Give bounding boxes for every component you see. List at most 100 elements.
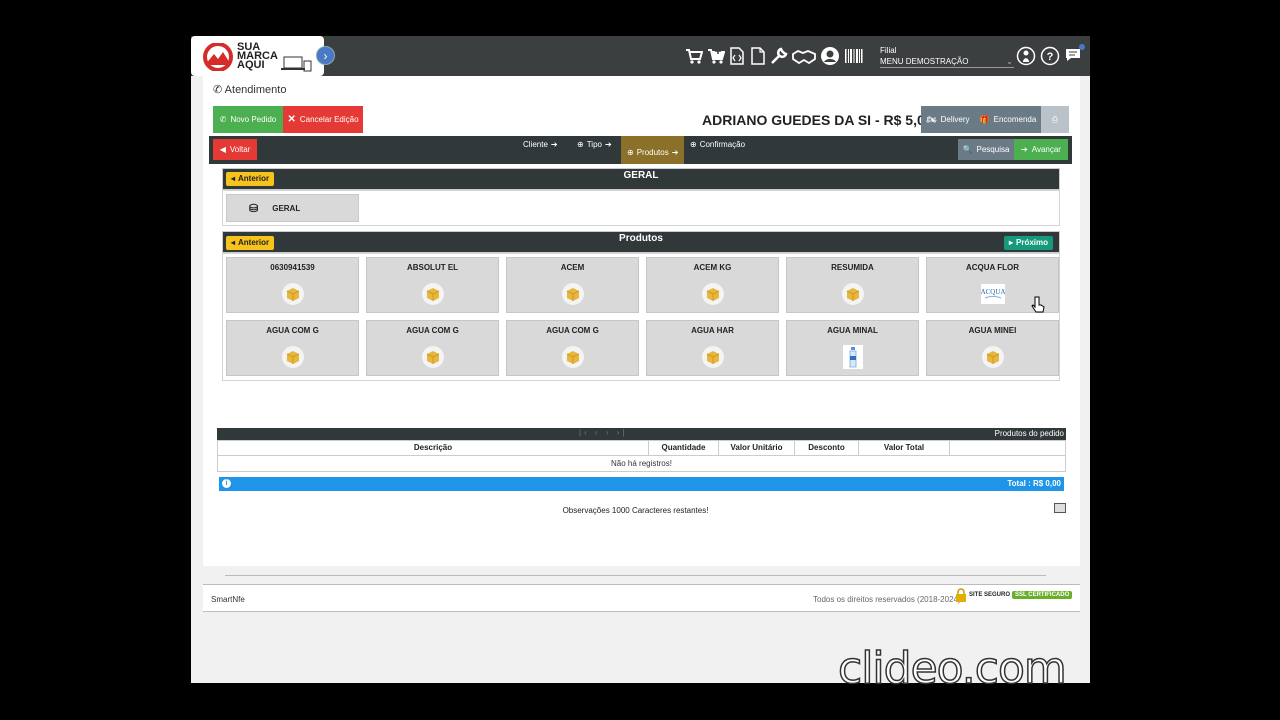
sidebar-toggle-button[interactable]: › bbox=[316, 46, 335, 65]
product-tile[interactable]: ACEM bbox=[506, 257, 639, 313]
arrow-right-circle-icon: ▸ bbox=[1009, 238, 1014, 247]
product-name: AGUA HAR bbox=[691, 326, 734, 335]
brand-logo[interactable]: SUA MARCA AQUI bbox=[191, 36, 324, 76]
box-icon bbox=[842, 283, 864, 305]
search-button[interactable]: 🔍 Pesquisa bbox=[958, 139, 1014, 160]
app-window: SUA MARCA AQUI › Filial MENU DEMOSTRAÇÃO… bbox=[191, 36, 1090, 683]
advance-label: Avançar bbox=[1031, 145, 1061, 154]
column-descricao[interactable]: Descrição bbox=[218, 441, 649, 456]
products-next-button[interactable]: ▸ Próximo bbox=[1004, 236, 1054, 250]
new-order-button[interactable]: ✆ Novo Pedido bbox=[213, 106, 283, 133]
ssl-badge: SSL CERTIFICADO bbox=[1012, 591, 1073, 599]
user-info-icon[interactable] bbox=[1016, 46, 1036, 66]
print-button[interactable]: ⎙ bbox=[1041, 106, 1069, 133]
product-name: AGUA COM G bbox=[406, 326, 459, 335]
printer-icon: ⎙ bbox=[1051, 114, 1059, 124]
step-label: Cliente bbox=[523, 140, 548, 149]
delivery-button[interactable]: 🏍 Delivery bbox=[921, 106, 975, 133]
messages-icon[interactable] bbox=[1064, 43, 1086, 65]
file-icon[interactable] bbox=[749, 47, 767, 65]
wrench-icon[interactable] bbox=[770, 47, 788, 65]
footer: SmartNfe Todos os direitos reservados (2… bbox=[203, 584, 1080, 612]
product-name: ACEM KG bbox=[693, 263, 732, 272]
product-tile[interactable]: AGUA COM G bbox=[226, 320, 359, 376]
plus-circle-icon: ⊕ bbox=[627, 147, 634, 157]
filial-label: Filial bbox=[880, 46, 897, 55]
devices-icon bbox=[281, 56, 312, 72]
arrow-circle-right-icon: ➔ bbox=[671, 147, 679, 157]
encomenda-button[interactable]: 🎁 Encomenda bbox=[975, 106, 1041, 133]
product-tile[interactable]: AGUA MINAL bbox=[786, 320, 919, 376]
code-file-icon[interactable] bbox=[728, 47, 746, 65]
column-actions bbox=[950, 441, 1065, 456]
product-name: 0630941539 bbox=[270, 263, 315, 272]
box-icon bbox=[982, 346, 1004, 368]
top-navbar: SUA MARCA AQUI › Filial MENU DEMOSTRAÇÃO… bbox=[191, 36, 1090, 76]
table-empty-row: Não há registros! bbox=[217, 456, 1066, 472]
phone-icon: ✆ bbox=[219, 115, 227, 124]
product-tile[interactable]: RESUMIDA bbox=[786, 257, 919, 313]
total-bar: i Total : R$ 0,00 bbox=[219, 477, 1064, 491]
product-tile[interactable]: AGUA COM G bbox=[366, 320, 499, 376]
cancel-edit-button[interactable]: ✕ Cancelar Edição bbox=[283, 106, 363, 133]
order-table-columns: Descrição Quantidade Valor Unitário Desc… bbox=[217, 440, 1066, 456]
search-label: Pesquisa bbox=[976, 145, 1010, 154]
breadcrumb-label: Atendimento bbox=[224, 84, 287, 96]
column-desconto[interactable]: Desconto bbox=[795, 441, 859, 456]
back-label: Voltar bbox=[229, 145, 251, 154]
categories-prev-button[interactable]: ◂ Anterior bbox=[226, 172, 275, 186]
next-label: Próximo bbox=[1016, 238, 1049, 247]
product-tile[interactable]: AGUA MINEI bbox=[926, 320, 1059, 376]
barcode-icon[interactable] bbox=[844, 47, 864, 65]
order-total: Total : R$ 0,00 bbox=[1007, 479, 1061, 488]
main-content: ✆ Atendimento ✆ Novo Pedido ✕ Cancelar Edi… bbox=[203, 76, 1080, 576]
watermark: clideo.com bbox=[837, 642, 1067, 695]
observations-textarea[interactable] bbox=[225, 518, 1046, 576]
acqua-flor-logo: ACQUA bbox=[981, 284, 1005, 304]
product-tile[interactable]: ACEM KG bbox=[646, 257, 779, 313]
cart-icon[interactable] bbox=[685, 47, 703, 65]
mountain-logo-icon bbox=[203, 43, 233, 71]
add-cart-icon[interactable] bbox=[707, 47, 725, 65]
arrow-left-circle-icon: ◂ bbox=[231, 238, 236, 247]
user-circle-icon[interactable] bbox=[820, 46, 840, 66]
product-tile[interactable]: 0630941539 bbox=[226, 257, 359, 313]
plus-circle-icon: ⊕ bbox=[577, 140, 584, 149]
categories-title: GERAL bbox=[623, 170, 659, 181]
encomenda-label: Encomenda bbox=[993, 115, 1037, 124]
category-tile-geral[interactable]: ⛁ GERAL bbox=[226, 194, 359, 222]
step-produtos[interactable]: ⊕ Produtos ➔ bbox=[621, 136, 685, 164]
phone-icon: ✆ bbox=[213, 84, 223, 96]
column-quantidade[interactable]: Quantidade bbox=[649, 441, 719, 456]
keyboard-icon[interactable] bbox=[1054, 503, 1066, 513]
step-confirmacao[interactable]: ⊕ Confirmação bbox=[690, 140, 745, 149]
help-icon[interactable]: ? bbox=[1040, 46, 1060, 66]
step-cliente[interactable]: Cliente ➔ bbox=[523, 140, 558, 149]
product-name: AGUA COM G bbox=[546, 326, 599, 335]
observations-label: Observações 1000 Caracteres restantes! bbox=[562, 506, 709, 515]
advance-button[interactable]: ➔ Avançar bbox=[1014, 139, 1068, 160]
products-prev-button[interactable]: ◂ Anterior bbox=[226, 236, 275, 250]
product-tile[interactable]: AGUA HAR bbox=[646, 320, 779, 376]
step-label: Produtos bbox=[636, 147, 669, 157]
cancel-edit-label: Cancelar Edição bbox=[299, 115, 359, 124]
box-icon bbox=[702, 283, 724, 305]
plus-circle-icon: ⊕ bbox=[690, 140, 697, 149]
new-order-label: Novo Pedido bbox=[230, 115, 277, 124]
categories-panel-body: ⛁ GERAL bbox=[222, 190, 1060, 226]
product-name: AGUA MINAL bbox=[827, 326, 878, 335]
cubes-icon: ⛁ bbox=[249, 202, 259, 215]
filial-select[interactable]: MENU DEMOSTRAÇÃO ⌄ bbox=[880, 57, 1014, 68]
table-pager[interactable]: |‹ ‹ › ›| bbox=[579, 428, 627, 437]
column-valor-total[interactable]: Valor Total bbox=[859, 441, 950, 456]
step-tipo[interactable]: ⊕ Tipo ➔ bbox=[577, 140, 612, 149]
prev-label: Anterior bbox=[238, 238, 270, 247]
product-tile[interactable]: ABSOLUT EL bbox=[366, 257, 499, 313]
box-icon bbox=[422, 283, 444, 305]
handshake-icon[interactable] bbox=[792, 47, 816, 65]
column-valor-unitario[interactable]: Valor Unitário bbox=[719, 441, 795, 456]
box-icon bbox=[702, 346, 724, 368]
back-button[interactable]: ◀ Voltar bbox=[213, 139, 257, 160]
category-label: GERAL bbox=[272, 203, 301, 213]
product-tile[interactable]: AGUA COM G bbox=[506, 320, 639, 376]
